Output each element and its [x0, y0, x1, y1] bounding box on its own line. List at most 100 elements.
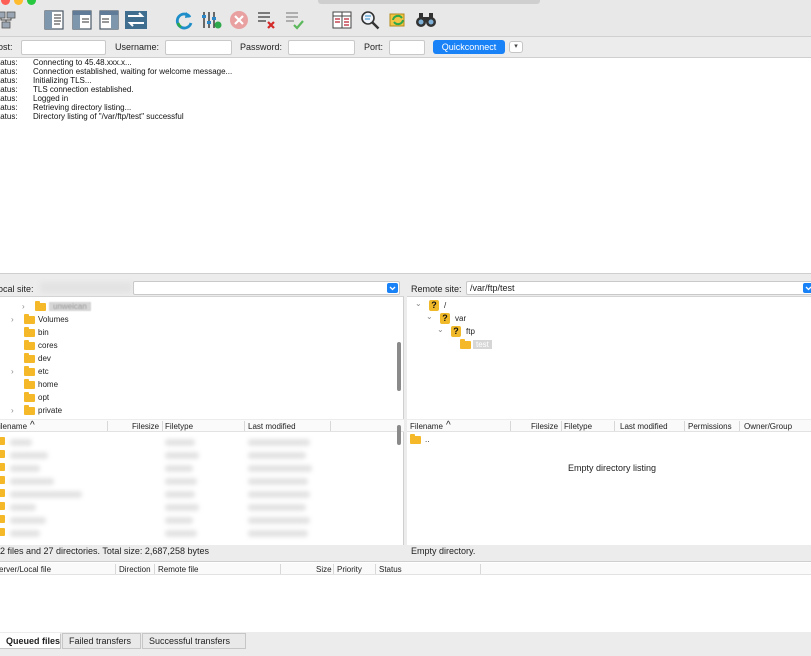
local-tree-item-label: opt: [38, 393, 50, 402]
process-queue-icon[interactable]: [199, 8, 223, 32]
folder-icon: [410, 434, 421, 444]
remote-tree-item-label: ftp: [466, 327, 475, 336]
filter-icon[interactable]: [358, 8, 382, 32]
remote-site-input[interactable]: /var/ftp/test: [466, 281, 811, 295]
redacted-cell: [248, 491, 310, 498]
log-line-type: tatus:: [0, 58, 18, 67]
tab-failed-transfers[interactable]: Failed transfers: [62, 633, 141, 649]
local-col-modified[interactable]: Last modified: [248, 422, 296, 431]
toggle-message-log-icon[interactable]: [42, 8, 66, 32]
table-row[interactable]: [0, 449, 396, 461]
local-site-dropdown[interactable]: [387, 283, 398, 293]
folder-icon: [0, 489, 5, 497]
username-input[interactable]: [165, 40, 232, 55]
local-site-input[interactable]: [133, 281, 400, 295]
log-line-message: Initializing TLS...: [33, 76, 92, 85]
expand-chevron-icon[interactable]: ⌄: [426, 312, 433, 321]
log-line-message: Connecting to 45.48.xxx.x...: [33, 58, 132, 67]
log-line-message: TLS connection established.: [33, 85, 134, 94]
table-row[interactable]: [0, 527, 396, 539]
log-line-type: tatus:: [0, 112, 18, 121]
queue-col-priority[interactable]: Priority: [337, 565, 362, 574]
log-line-message: Connection established, waiting for welc…: [33, 67, 233, 76]
remote-path-value: /var/ftp/test: [470, 283, 515, 293]
minimize-window-button[interactable]: [14, 0, 23, 5]
local-sort-indicator: ^: [30, 420, 35, 431]
queue-col-direction[interactable]: Direction: [119, 565, 151, 574]
table-row[interactable]: [0, 462, 396, 474]
expand-chevron-icon[interactable]: ›: [11, 367, 14, 376]
folder-icon: [24, 366, 35, 376]
remote-col-modified[interactable]: Last modified: [620, 422, 668, 431]
host-input[interactable]: [21, 40, 106, 55]
redacted-cell: [10, 452, 48, 459]
toggle-local-tree-icon[interactable]: [70, 8, 94, 32]
remote-col-owner[interactable]: Owner/Group: [744, 422, 792, 431]
refresh-icon[interactable]: [172, 8, 196, 32]
local-col-filesize[interactable]: Filesize: [132, 422, 159, 431]
remote-site-dropdown[interactable]: [803, 283, 811, 293]
log-line-type: tatus:: [0, 103, 18, 112]
expand-chevron-icon[interactable]: ›: [11, 315, 14, 324]
log-line-type: tatus:: [0, 85, 18, 94]
port-label: Port:: [364, 42, 384, 52]
search-icon[interactable]: [414, 8, 438, 32]
local-site-bar: ocal site:: [0, 278, 404, 297]
toggle-remote-tree-icon[interactable]: [97, 8, 121, 32]
remote-tree-item-label: var: [455, 314, 467, 323]
transfer-queue: erver/Local file Direction Remote file S…: [0, 561, 811, 632]
quickconnect-button[interactable]: Quickconnect: [433, 40, 505, 54]
toggle-transfer-queue-icon[interactable]: [124, 8, 148, 32]
tab-successful-transfers[interactable]: Successful transfers: [142, 633, 246, 649]
folder-icon: [0, 476, 5, 484]
queue-header: erver/Local file Direction Remote file S…: [0, 563, 811, 575]
redacted-cell: [248, 517, 310, 524]
table-row[interactable]: [0, 514, 396, 526]
table-row[interactable]: [0, 436, 396, 448]
local-tree-item-label: private: [38, 406, 63, 415]
local-tree-item-label: Volumes: [38, 315, 69, 324]
table-row[interactable]: [0, 475, 396, 487]
expand-chevron-icon[interactable]: ›: [22, 302, 25, 311]
tab-queued-files[interactable]: Queued files: [0, 633, 61, 649]
folder-icon: [24, 353, 35, 363]
expand-chevron-icon[interactable]: ›: [11, 406, 14, 415]
zoom-window-button[interactable]: [27, 0, 36, 5]
synchronized-browsing-icon[interactable]: [386, 8, 410, 32]
expand-chevron-icon[interactable]: ⌄: [437, 325, 444, 334]
local-tree-scrollbar[interactable]: [397, 342, 401, 391]
queue-col-size[interactable]: Size: [316, 565, 332, 574]
folder-icon: [24, 327, 35, 337]
reconnect-icon[interactable]: [282, 8, 306, 32]
disconnect-icon[interactable]: [254, 8, 278, 32]
local-list-scrollbar[interactable]: [397, 425, 401, 445]
folder-icon: [0, 528, 5, 536]
folder-icon: [0, 450, 5, 458]
queue-col-remote[interactable]: Remote file: [158, 565, 198, 574]
redacted-cell: [248, 465, 312, 472]
cancel-icon[interactable]: [227, 8, 251, 32]
redacted-cell: [248, 439, 310, 446]
folder-icon: [0, 463, 5, 471]
directory-comparison-icon[interactable]: [330, 8, 354, 32]
expand-chevron-icon[interactable]: ⌄: [415, 299, 422, 308]
table-row[interactable]: [0, 488, 396, 500]
remote-col-filename[interactable]: Filename: [410, 422, 443, 431]
remote-col-filesize[interactable]: Filesize: [531, 422, 558, 431]
remote-col-filetype[interactable]: Filetype: [564, 422, 592, 431]
port-input[interactable]: [389, 40, 425, 55]
table-row[interactable]: [0, 501, 396, 513]
folder-icon: [35, 301, 46, 311]
password-input[interactable]: [288, 40, 355, 55]
local-list-header: ilename ^ Filesize Filetype Last modifie…: [0, 420, 404, 432]
queue-col-status[interactable]: Status: [379, 565, 402, 574]
close-window-button[interactable]: [1, 0, 10, 5]
message-log: tatus: Connecting to 45.48.xxx.x... tatus:…: [0, 58, 811, 274]
local-col-filename[interactable]: ilename: [0, 422, 27, 431]
redacted-cell: [248, 478, 308, 485]
quickconnect-history-dropdown[interactable]: ▾: [509, 41, 523, 53]
remote-col-permissions[interactable]: Permissions: [688, 422, 732, 431]
queue-col-server[interactable]: erver/Local file: [0, 565, 51, 574]
site-manager-icon[interactable]: [0, 8, 18, 32]
local-col-filetype[interactable]: Filetype: [165, 422, 193, 431]
